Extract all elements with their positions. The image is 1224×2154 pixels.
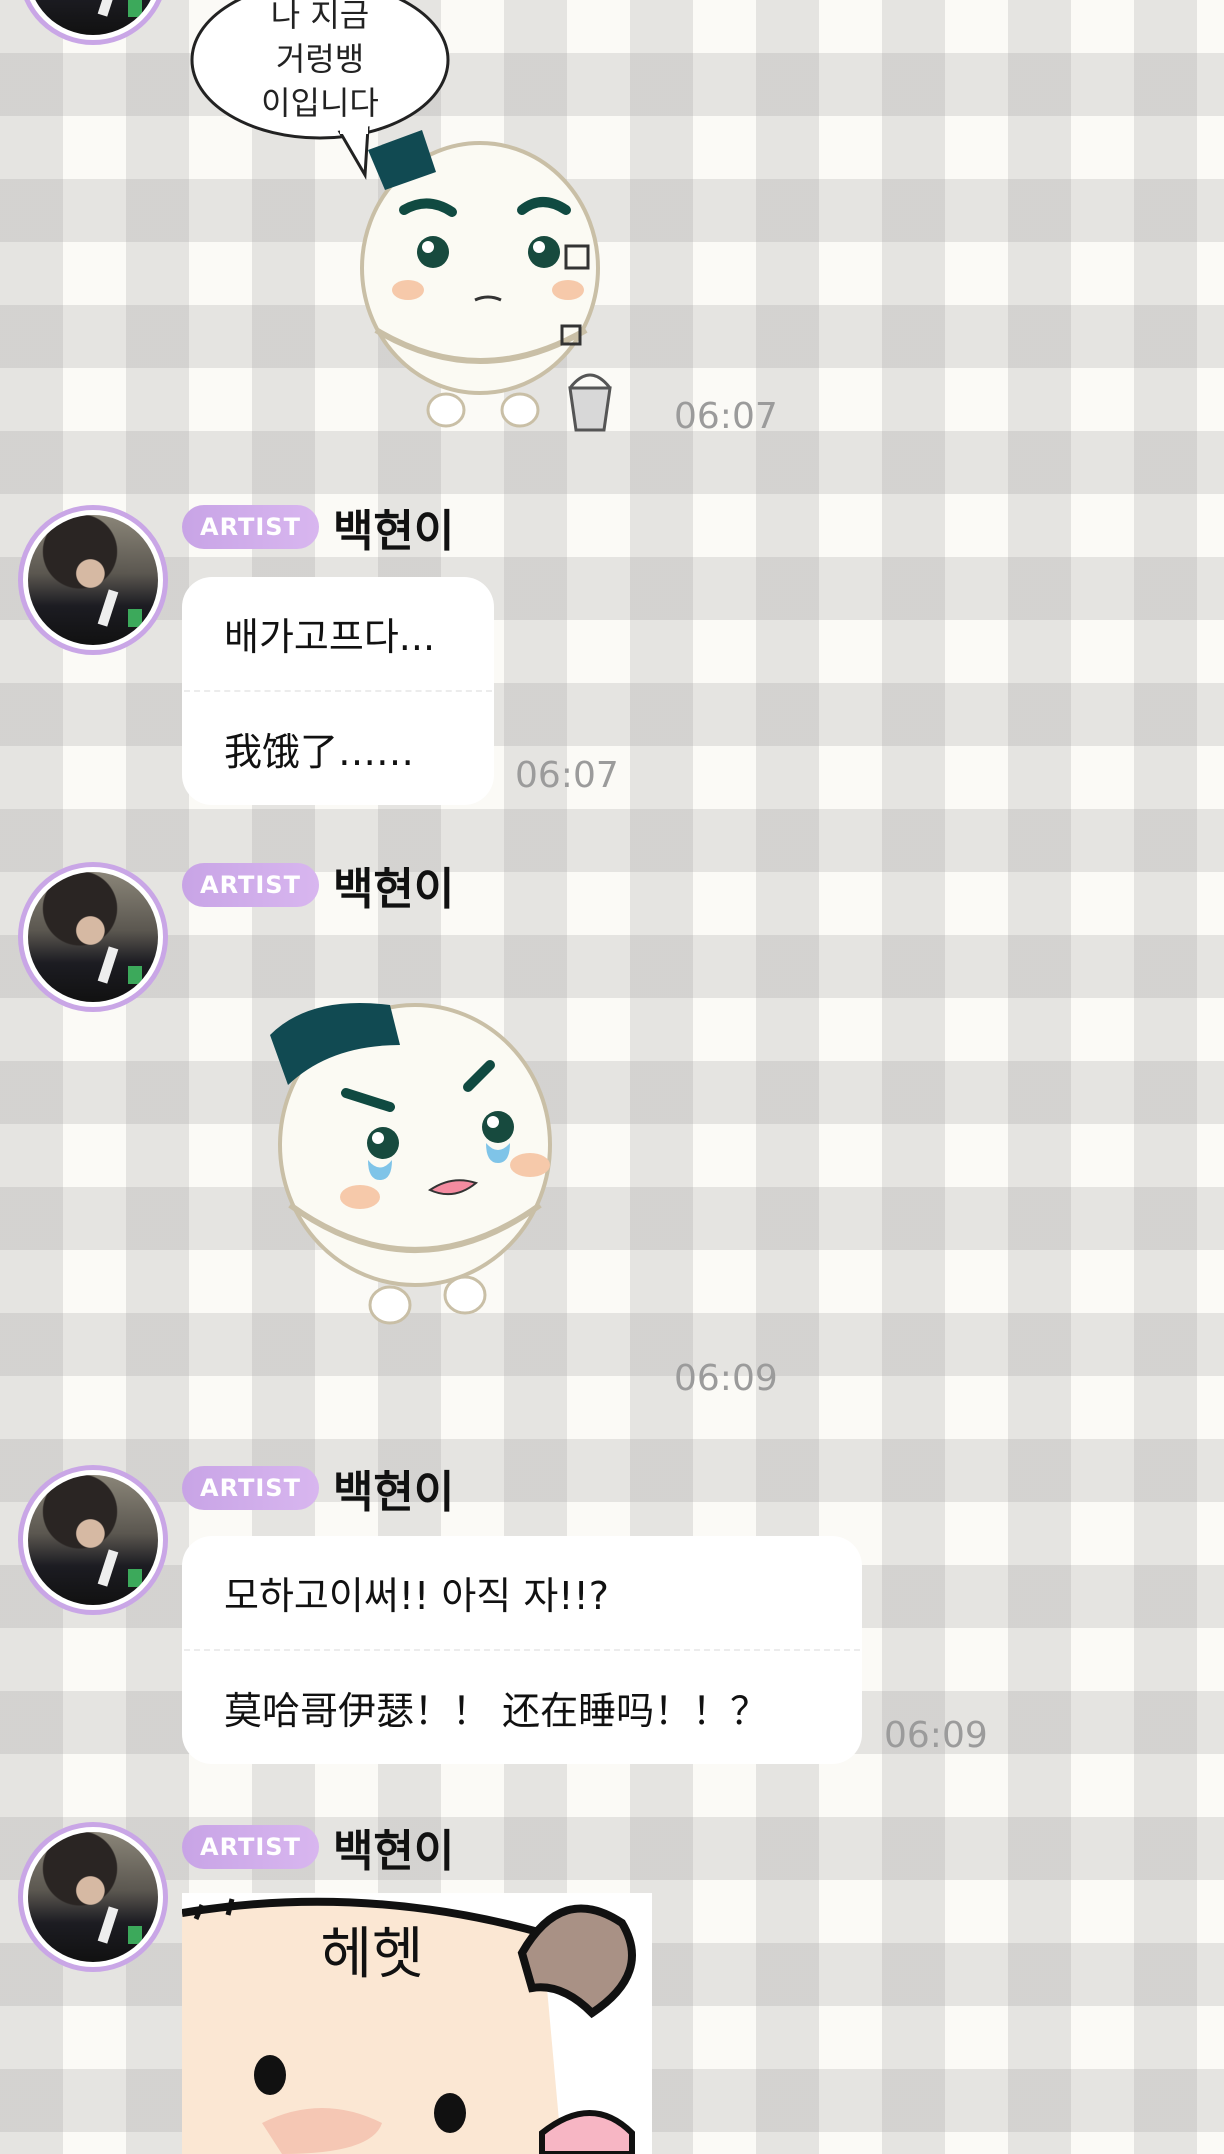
hehet-pig-sticker[interactable]: 헤헷 (182, 1893, 652, 2154)
message-bubble[interactable]: 배가고프다... 我饿了…… (182, 577, 494, 805)
sender-name[interactable]: 백현이 (333, 1815, 454, 1879)
artist-badge: ARTIST (182, 505, 319, 549)
sticker-text-line-1: 나 지금 (271, 0, 370, 34)
message-text-translation: 我饿了…… (224, 730, 415, 774)
crying-rice-ball-sticker[interactable] (240, 975, 610, 1355)
message-text-korean: 배가고프다... (224, 615, 436, 659)
message-timestamp: 06:07 (515, 755, 619, 796)
sticker-text-line-3: 이입니다 (261, 84, 379, 122)
sender-name[interactable]: 백현이 (333, 853, 454, 917)
avatar[interactable] (18, 0, 168, 45)
sender-name[interactable]: 백현이 (333, 495, 454, 559)
artist-badge: ARTIST (182, 1466, 319, 1510)
sender-header: ARTIST 백현이 (182, 1823, 454, 1877)
avatar[interactable] (18, 1822, 168, 1972)
message-text-korean: 모하고이써!! 아직 자!!? (224, 1574, 609, 1618)
message-bubble[interactable]: 모하고이써!! 아직 자!!? 莫哈哥伊瑟！！ 还在睡吗！！？ (182, 1536, 862, 1764)
sticker-text: 헤헷 (320, 1922, 423, 1987)
artist-badge: ARTIST (182, 1825, 319, 1869)
message-timestamp: 06:09 (884, 1715, 988, 1756)
message-text-translation: 莫哈哥伊瑟！！ 还在睡吗！！？ (224, 1689, 769, 1733)
message-timestamp: 06:09 (674, 1358, 778, 1399)
avatar[interactable] (18, 1465, 168, 1615)
sender-header: ARTIST 백현이 (182, 861, 454, 915)
sender-header: ARTIST 백현이 (182, 1464, 454, 1518)
artist-badge: ARTIST (182, 863, 319, 907)
avatar[interactable] (18, 505, 168, 655)
sender-name[interactable]: 백현이 (333, 1456, 454, 1520)
sender-header: ARTIST 백현이 (182, 503, 454, 557)
message-timestamp: 06:07 (674, 396, 778, 437)
rice-ball-speech-sticker[interactable]: 나 지금 거렁뱅 이입니다 (190, 0, 630, 440)
avatar[interactable] (18, 862, 168, 1012)
sticker-text-line-2: 거렁뱅 (276, 40, 364, 78)
